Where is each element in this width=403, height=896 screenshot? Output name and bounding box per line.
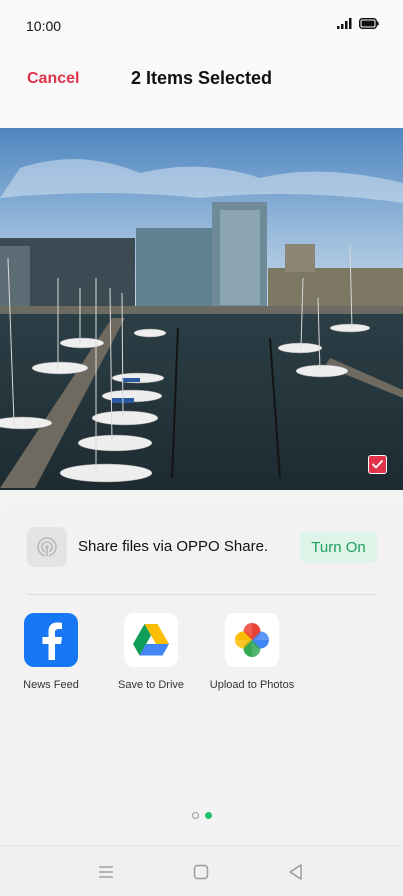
home-icon[interactable] (190, 861, 212, 883)
selected-photo[interactable] (0, 128, 403, 490)
navigation-bar (0, 845, 403, 896)
battery-icon (359, 18, 379, 29)
status-time: 10:00 (26, 18, 62, 34)
page-indicator (0, 812, 403, 819)
turn-on-button[interactable]: Turn On (300, 531, 377, 563)
page-title: 2 Items Selected (130, 68, 273, 88)
share-app-label: Save to Drive (117, 679, 185, 691)
share-apps: News Feed Save to Drive Upload to Photos (0, 613, 403, 703)
share-app-label: News Feed (23, 679, 79, 691)
status-bar: 10:00 (0, 0, 403, 52)
selected-checkbox[interactable] (368, 455, 387, 474)
google-drive-icon (124, 613, 178, 667)
share-app-save-to-drive[interactable]: Save to Drive (96, 613, 206, 691)
share-app-label: Upload to Photos (209, 679, 295, 691)
back-icon[interactable] (285, 861, 307, 883)
oppo-share-icon (27, 527, 67, 567)
menu-icon[interactable] (95, 861, 117, 883)
divider (27, 594, 376, 595)
page-dot-2[interactable] (204, 812, 212, 819)
facebook-icon (24, 613, 78, 667)
signal-icon (337, 18, 352, 29)
harbour-photo (0, 128, 403, 490)
google-photos-icon (225, 613, 279, 667)
share-sheet: Share files via OPPO Share. Turn On News… (0, 502, 403, 896)
checkmark-icon (372, 460, 383, 469)
share-app-upload-to-photos[interactable]: Upload to Photos (197, 613, 307, 691)
page-dot-1[interactable] (191, 812, 199, 819)
status-icons (337, 18, 379, 29)
oppo-share-text: Share files via OPPO Share. (78, 538, 269, 555)
share-app-news-feed[interactable]: News Feed (0, 613, 106, 691)
header: Cancel 2 Items Selected (0, 52, 403, 128)
oppo-share-row: Share files via OPPO Share. Turn On (27, 527, 377, 569)
